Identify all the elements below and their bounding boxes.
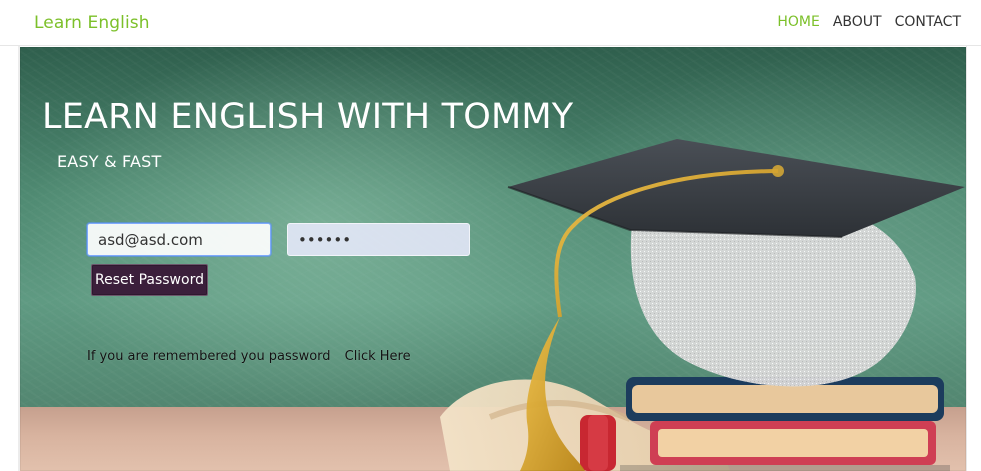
page-right-edge xyxy=(966,46,981,471)
remember-text: If you are remembered you password xyxy=(87,349,331,364)
reset-password-button[interactable]: Reset Password xyxy=(91,264,208,296)
remember-line: If you are remembered you password Click… xyxy=(87,349,411,364)
main-nav: HOME ABOUT CONTACT xyxy=(777,14,961,30)
top-navbar: Learn English HOME ABOUT CONTACT xyxy=(0,0,981,46)
hero-subtitle: EASY & FAST xyxy=(57,152,162,171)
nav-home[interactable]: HOME xyxy=(777,14,819,30)
password-field[interactable] xyxy=(287,223,470,256)
book-stack xyxy=(620,377,950,471)
hero-title: LEARN ENGLISH WITH TOMMY xyxy=(42,97,574,137)
nav-about[interactable]: ABOUT xyxy=(833,14,882,30)
click-here-link[interactable]: Click Here xyxy=(345,349,411,364)
email-field[interactable] xyxy=(87,223,271,256)
nav-contact[interactable]: CONTACT xyxy=(895,14,961,30)
brand-link[interactable]: Learn English xyxy=(34,13,150,33)
hero-section: LEARN ENGLISH WITH TOMMY EASY & FAST Res… xyxy=(20,47,966,471)
reset-form: Reset Password xyxy=(87,223,487,303)
